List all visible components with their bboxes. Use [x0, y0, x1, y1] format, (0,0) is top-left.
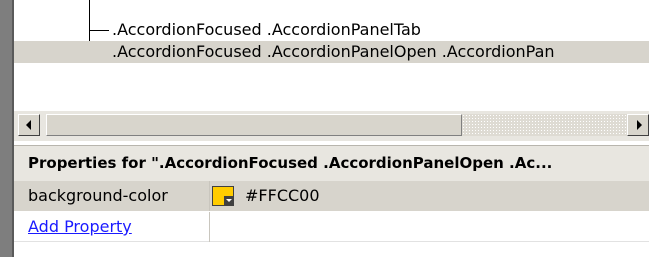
property-name[interactable]: background-color — [28, 181, 208, 211]
property-row-background-color[interactable]: background-color #FFCC00 — [14, 181, 649, 211]
scroll-right-button[interactable] — [627, 114, 649, 136]
properties-header: Properties for ".AccordionFocused .Accor… — [14, 145, 649, 181]
property-value[interactable]: #FFCC00 — [245, 181, 320, 211]
scroll-left-button[interactable] — [18, 114, 40, 136]
add-property-row: Add Property — [14, 212, 649, 242]
panel-left-border — [0, 0, 14, 257]
tree-item-label: .AccordionFocused .AccordionPanelTab — [112, 20, 421, 39]
add-property-link[interactable]: Add Property — [28, 212, 208, 242]
arrow-left-icon — [26, 120, 31, 130]
arrow-right-icon — [637, 120, 642, 130]
column-divider — [209, 212, 210, 242]
tree-item-accordion-panel-tab[interactable]: .AccordionFocused .AccordionPanelTab — [14, 19, 649, 41]
column-divider — [209, 181, 210, 211]
horizontal-scrollbar[interactable] — [14, 111, 649, 141]
scrollbar-track[interactable] — [462, 114, 627, 136]
color-swatch-button[interactable] — [212, 186, 234, 206]
rules-tree: .AccordionFocused .AccordionPanelTab .Ac… — [14, 0, 649, 111]
scrollbar-thumb[interactable] — [46, 114, 462, 136]
css-rules-panel: .AccordionFocused .AccordionPanelTab .Ac… — [0, 0, 649, 257]
tree-item-accordion-panel-open[interactable]: .AccordionFocused .AccordionPanelOpen .A… — [14, 41, 649, 63]
tree-item-label: .AccordionFocused .AccordionPanelOpen .A… — [112, 42, 555, 61]
dropdown-arrow-icon — [224, 196, 233, 205]
